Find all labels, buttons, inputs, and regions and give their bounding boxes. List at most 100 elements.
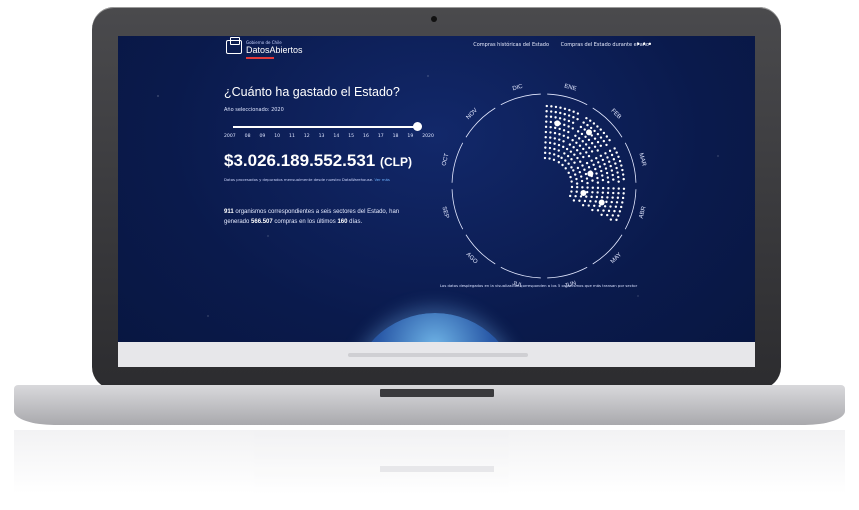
tick-label[interactable]: 17 [378, 134, 384, 139]
tick-label[interactable]: 18 [393, 134, 399, 139]
purchase-dot [606, 176, 610, 179]
purchase-dot [611, 196, 614, 199]
purchase-dot [575, 141, 578, 145]
month-label[interactable]: OCT [441, 153, 450, 167]
purchase-dot [591, 186, 594, 189]
purchase-dot [587, 154, 591, 158]
purchase-dot [616, 171, 619, 174]
tick-label[interactable]: 11 [289, 134, 295, 139]
purchase-dot [557, 149, 560, 152]
purchase-dot [549, 110, 553, 113]
month-wheel-chart[interactable]: ENEFEBMARABRMAYJUNJULAGOSEPOCTNOVDIC [424, 66, 664, 306]
purchase-dot [620, 164, 623, 167]
purchase-dot [553, 126, 557, 130]
purchase-dot [576, 156, 579, 160]
highlight-dot[interactable] [585, 129, 592, 136]
month-arc [547, 266, 588, 279]
month-label[interactable]: FEB [609, 108, 621, 120]
purchase-dot [562, 145, 565, 149]
tick-label[interactable]: 14 [333, 134, 339, 139]
tick-label[interactable]: 12 [304, 134, 310, 139]
purchase-dot [599, 154, 603, 157]
purchase-dot [545, 110, 548, 113]
highlight-dot[interactable] [587, 170, 594, 177]
month-label[interactable]: ENE [564, 84, 577, 93]
month-label[interactable]: MAY [610, 252, 623, 265]
source-link[interactable]: Ver más [375, 177, 390, 182]
purchase-dot [606, 196, 609, 199]
purchase-dot [610, 200, 613, 204]
year-ticks: 2007 08 09 10 11 12 13 14 15 16 17 18 19… [224, 134, 434, 139]
highlight-dot[interactable] [598, 199, 605, 206]
tick-label[interactable]: 19 [407, 134, 413, 139]
purchase-dot [622, 187, 626, 190]
purchase-dot [603, 205, 607, 208]
month-label[interactable]: SEP [440, 206, 449, 219]
year-slider-track[interactable] [233, 126, 418, 128]
purchase-dot [558, 117, 562, 120]
purchase-dot [618, 159, 622, 163]
tick-label[interactable]: 13 [319, 134, 325, 139]
month-label[interactable]: ABR [639, 205, 648, 219]
month-arc [500, 266, 541, 279]
purchase-dot [593, 137, 597, 140]
highlight-dot[interactable] [580, 189, 587, 196]
purchase-dot [576, 117, 579, 121]
purchase-dot [606, 213, 609, 217]
purchase-dot [544, 141, 547, 144]
tick-label[interactable]: 2007 [224, 134, 236, 139]
purchase-dot [544, 136, 547, 139]
tick-label[interactable]: 16 [363, 134, 369, 139]
purchase-dot [605, 200, 608, 204]
purchase-dot [562, 140, 565, 143]
purchase-dot [567, 171, 570, 175]
amount-value: $3.026.189.552.531 [224, 151, 376, 170]
purchase-dot [606, 191, 610, 195]
purchase-dot [553, 142, 556, 145]
webcam [431, 16, 437, 22]
purchase-dot [599, 144, 603, 148]
purchase-dot [550, 105, 553, 108]
purchase-dot [596, 181, 600, 184]
purchase-dot [621, 201, 624, 204]
purchase-dot [602, 131, 606, 135]
purchase-dot [599, 136, 603, 139]
tick-label[interactable]: 09 [259, 134, 265, 139]
purchase-dot [560, 156, 563, 160]
purchase-dot [582, 121, 585, 124]
purchase-dot [544, 130, 548, 134]
tick-label[interactable]: 08 [245, 134, 251, 139]
purchase-dot [588, 146, 591, 149]
purchase-dot [548, 152, 551, 155]
purchase-dot [598, 165, 602, 168]
highlight-dot[interactable] [554, 120, 561, 127]
nav-historical-link[interactable]: Compras históricas del Estado [473, 42, 549, 48]
tick-label[interactable]: 10 [274, 134, 280, 139]
purchase-dot [582, 147, 585, 151]
purchase-dot [597, 161, 600, 164]
month-label[interactable]: DIC [512, 84, 524, 93]
purchase-dot [570, 185, 574, 189]
purchase-dot [610, 153, 614, 157]
purchase-dot [575, 182, 579, 185]
year-slider-handle[interactable] [413, 122, 422, 131]
purchase-dot [609, 164, 612, 168]
purchase-dot [590, 195, 593, 199]
purchase-dot [615, 151, 618, 154]
purchase-dot [579, 160, 582, 163]
month-label[interactable]: AGO [465, 252, 479, 266]
purchase-dot [579, 195, 583, 198]
purchase-dot [596, 209, 600, 212]
month-label[interactable]: NOV [466, 108, 479, 121]
purchase-dot [545, 104, 548, 108]
purchase-dot [582, 155, 585, 159]
tick-label[interactable]: 15 [348, 134, 354, 139]
more-menu-icon[interactable]: ••• [636, 40, 653, 49]
purchase-dot [554, 110, 557, 114]
purchase-dot [583, 128, 586, 131]
month-label[interactable]: MAR [637, 153, 646, 168]
purchase-dot [595, 172, 598, 175]
purchase-dot [562, 134, 566, 137]
total-amount: $3.026.189.552.531 (CLP) [224, 151, 412, 171]
purchase-dot [591, 179, 594, 182]
